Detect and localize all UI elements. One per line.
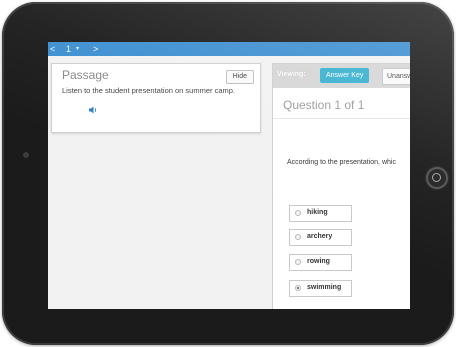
divider [273,118,410,119]
prev-question-icon[interactable]: < [50,42,55,56]
unanswered-button[interactable]: Unansw [382,68,410,85]
passage-instructions: Listen to the student presentation on su… [62,86,236,95]
question-title: Question 1 of 1 [283,98,365,112]
option-label: swimming [307,284,342,291]
view-mode-bar: Viewing: Answer Key Unansw [273,64,410,88]
viewing-label: Viewing: [277,71,306,78]
home-button[interactable] [426,167,448,189]
home-icon [432,173,441,182]
tablet-frame: < 1 ▾ > Passage Hide Listen to the stude… [2,2,454,345]
radio-button[interactable] [295,210,301,216]
answer-option-swimming[interactable]: swimming [289,280,352,297]
question-number-select[interactable]: 1 [66,42,71,56]
hide-passage-button[interactable]: Hide [225,70,254,84]
option-label: hiking [307,209,328,216]
radio-button-selected[interactable] [295,285,301,291]
passage-panel: Passage Hide Listen to the student prese… [51,63,261,133]
camera-icon [23,152,29,158]
question-nav-bar: < 1 ▾ > [48,42,410,56]
question-panel: Viewing: Answer Key Unansw Question 1 of… [272,63,410,309]
option-label: archery [307,233,333,240]
answer-option-archery[interactable]: archery [289,229,352,246]
passage-title: Passage [62,68,109,82]
radio-button[interactable] [295,234,301,240]
chevron-down-icon[interactable]: ▾ [76,42,79,56]
option-label: rowing [307,258,330,265]
answer-option-hiking[interactable]: hiking [289,205,352,222]
radio-button[interactable] [295,259,301,265]
tablet-screen: < 1 ▾ > Passage Hide Listen to the stude… [48,42,410,309]
question-prompt: According to the presentation, whic [287,159,396,166]
next-question-icon[interactable]: > [93,42,98,56]
speaker-icon[interactable] [88,105,98,115]
answer-option-rowing[interactable]: rowing [289,254,352,271]
answer-key-button[interactable]: Answer Key [320,68,370,83]
